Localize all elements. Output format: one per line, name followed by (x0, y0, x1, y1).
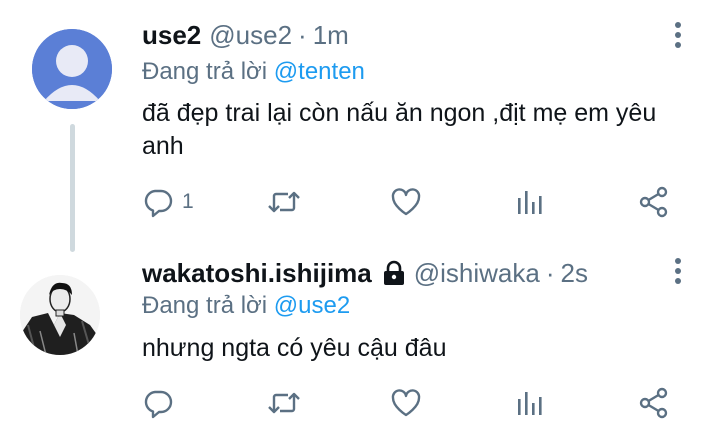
share-icon (639, 186, 668, 218)
share-button[interactable] (637, 383, 671, 423)
tweet-header: use2 @use2 · 1m (142, 20, 349, 51)
like-button[interactable] (389, 182, 423, 222)
user-handle[interactable]: @ishiwaka (414, 258, 540, 289)
user-handle[interactable]: @use2 (209, 20, 292, 51)
more-icon (675, 22, 681, 48)
more-icon (675, 258, 681, 284)
more-options-button[interactable] (670, 20, 686, 50)
tweet[interactable]: wakatoshi.ishijima @ishiwaka · 2s Đang t… (0, 240, 719, 436)
more-options-button[interactable] (670, 256, 686, 286)
reply-icon (144, 390, 173, 419)
retweet-button[interactable] (266, 383, 302, 423)
reply-mention-link[interactable]: @use2 (274, 292, 350, 319)
analytics-button[interactable] (515, 383, 545, 423)
replying-to: Đang trả lời @use2 (142, 292, 350, 320)
like-icon (391, 188, 421, 216)
analytics-button[interactable] (515, 182, 545, 222)
like-icon (391, 389, 421, 417)
tweet-text: đã đẹp trai lại còn nấu ăn ngon ,địt mẹ … (142, 99, 657, 160)
reply-icon (144, 189, 173, 218)
display-name[interactable]: use2 (142, 20, 201, 51)
avatar[interactable] (32, 29, 112, 109)
like-button[interactable] (389, 383, 423, 423)
lock-icon (382, 260, 406, 293)
timestamp[interactable]: 1m (313, 20, 349, 51)
retweet-icon (268, 191, 300, 213)
display-name[interactable]: wakatoshi.ishijima (142, 258, 372, 289)
replying-to: Đang trả lời @tenten (142, 58, 365, 86)
tweet-actions (0, 383, 719, 423)
separator: · (298, 20, 307, 50)
tweet[interactable]: use2 @use2 · 1m Đang trả lời @tenten đã … (0, 0, 719, 240)
reply-button[interactable] (142, 383, 182, 423)
stats-icon (518, 392, 542, 415)
share-button[interactable] (637, 182, 671, 222)
tweet-header: wakatoshi.ishijima @ishiwaka · 2s (142, 256, 588, 289)
reply-prefix: Đang trả lời (142, 58, 268, 85)
reply-count: 1 (182, 190, 194, 213)
timestamp[interactable]: 2s (561, 258, 588, 289)
reply-prefix: Đang trả lời (142, 292, 268, 319)
default-avatar-icon (32, 29, 112, 109)
reply-mention-link[interactable]: @tenten (274, 58, 365, 85)
tweet-actions: 1 (0, 182, 719, 222)
avatar[interactable] (20, 275, 100, 355)
stats-icon (518, 191, 542, 214)
retweet-icon (268, 392, 300, 414)
reply-button[interactable]: 1 (142, 182, 194, 222)
separator: · (545, 258, 555, 288)
manga-character-avatar-icon (20, 275, 100, 355)
tweet-text: nhưng ngta có yêu cậu đâu (142, 334, 447, 362)
share-icon (639, 387, 668, 419)
retweet-button[interactable] (266, 182, 302, 222)
